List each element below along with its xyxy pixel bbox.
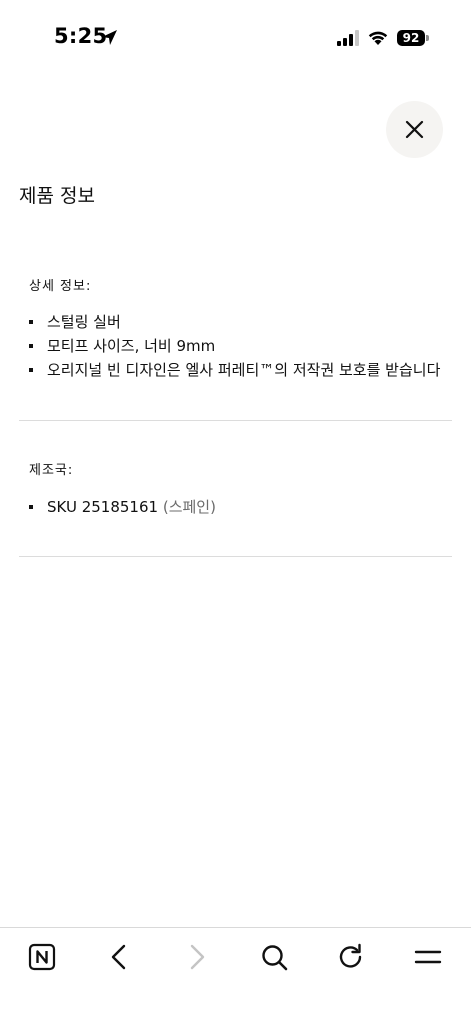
close-button[interactable] [386, 101, 443, 158]
list-item: 스털링 실버 [29, 310, 440, 334]
back-button[interactable] [104, 942, 136, 974]
location-arrow-icon [102, 30, 117, 45]
reload-button[interactable] [336, 942, 368, 974]
bullet-icon [29, 505, 33, 509]
search-button[interactable] [259, 942, 291, 974]
battery-tip [426, 35, 429, 41]
home-button[interactable] [27, 942, 59, 974]
list-item: 오리지널 빈 디자인은 엘사 퍼레티™의 저작권 보호를 받습니다 [29, 358, 440, 382]
chevron-right-icon [190, 944, 205, 970]
list-item: 모티프 사이즈, 너비 9mm [29, 334, 440, 358]
divider [19, 420, 452, 421]
browser-toolbar [0, 927, 471, 1025]
list-item-text: 스털링 실버 [47, 313, 121, 331]
details-label: 상세 정보: [29, 279, 92, 294]
forward-button[interactable] [182, 942, 214, 974]
divider [19, 556, 452, 557]
bullet-icon [29, 344, 33, 348]
wifi-icon [368, 31, 388, 45]
menu-icon [414, 950, 442, 964]
battery-level: 92 [397, 30, 425, 46]
details-list: 스털링 실버 모티프 사이즈, 너비 9mm 오리지널 빈 디자인은 엘사 퍼레… [29, 310, 440, 382]
list-item: SKU 25185161 (스페인) [29, 495, 216, 519]
sku-text: SKU 25185161 [47, 498, 159, 516]
bullet-icon [29, 320, 33, 324]
country-text: (스페인) [162, 498, 216, 516]
status-bar: 5:25 92 [0, 0, 471, 78]
battery-indicator: 92 [397, 28, 431, 48]
status-time: 5:25 [54, 24, 108, 48]
chevron-left-icon [111, 944, 126, 970]
origin-list: SKU 25185161 (스페인) [29, 495, 216, 519]
close-icon [405, 120, 424, 139]
bullet-icon [29, 368, 33, 372]
search-icon [262, 945, 288, 971]
origin-label: 제조국: [29, 463, 74, 478]
reload-icon [339, 943, 362, 968]
list-item-text: 오리지널 빈 디자인은 엘사 퍼레티™의 저작권 보호를 받습니다 [47, 361, 441, 379]
n-logo-icon [28, 943, 56, 971]
menu-button[interactable] [413, 942, 445, 974]
page-title: 제품 정보 [19, 185, 95, 207]
list-item-text: 모티프 사이즈, 너비 9mm [47, 337, 216, 355]
cellular-signal-icon [337, 30, 359, 46]
